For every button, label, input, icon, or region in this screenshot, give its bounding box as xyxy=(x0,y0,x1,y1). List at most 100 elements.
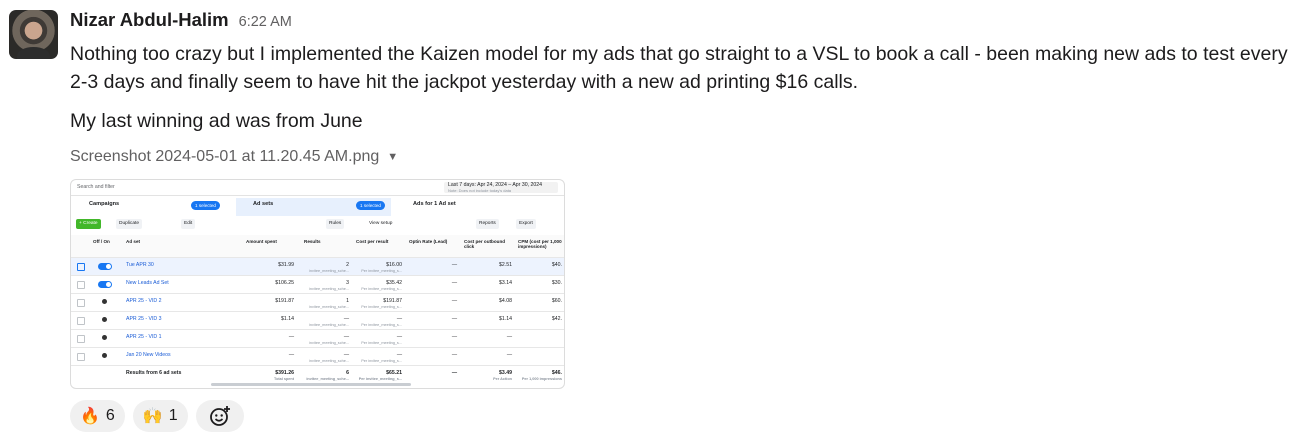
reports-button: Reports xyxy=(476,219,499,229)
row-status-dot xyxy=(102,317,107,322)
row-cpr-value: — xyxy=(396,334,402,340)
message-time[interactable]: 6:22 AM xyxy=(239,14,292,30)
row-optin: — xyxy=(451,262,457,268)
footer-cpoc: $3.49 Per Action xyxy=(464,370,512,381)
footer-results: 6 invitee_meeting_sche... xyxy=(301,370,349,381)
add-reaction-button[interactable] xyxy=(195,400,244,432)
footer-spent-value: $391.26 xyxy=(275,370,294,376)
footer-spent-sub: Total spent xyxy=(274,377,294,381)
row-checkbox xyxy=(77,317,85,325)
row-results: — invitee_meeting_sche... xyxy=(301,316,349,327)
row-cpoc: $1.14 xyxy=(499,316,512,322)
row-results-sub: invitee_meeting_sche... xyxy=(309,341,349,345)
row-spent: $106.25 xyxy=(275,280,294,286)
view-setup-label: View setup xyxy=(369,221,393,226)
table-row: APR 25 - VID 3 $1.14 — invitee_meeting_sc… xyxy=(71,312,564,330)
footer-cpm: $46. Per 1,000 impressions xyxy=(518,370,562,381)
footer-results-value: 6 xyxy=(346,370,349,376)
level-tabs: Campaigns 1 selected Ad sets 1 selected … xyxy=(71,198,564,216)
table-row: New Leads Ad Set $106.25 3 invitee_meetin… xyxy=(71,276,564,294)
row-cpoc: $4.08 xyxy=(499,298,512,304)
date-range: Last 7 days: Apr 24, 2024 – Apr 30, 2024… xyxy=(444,182,558,193)
row-spent: $1.14 xyxy=(281,316,294,322)
row-optin: — xyxy=(451,352,457,358)
tab-adsets: Ad sets xyxy=(253,201,274,207)
row-results-value: — xyxy=(343,352,349,358)
row-cpoc: $3.14 xyxy=(499,280,512,286)
attachment-name[interactable]: Screenshot 2024-05-01 at 11.20.45 AM.png xyxy=(70,148,379,166)
row-cpr-value: $16.00 xyxy=(386,262,402,268)
row-cpr-sub: Per invitee_meeting_s... xyxy=(361,287,402,291)
row-cpr: — Per invitee_meeting_s... xyxy=(354,334,402,345)
sender-name[interactable]: Nizar Abdul-Halim xyxy=(70,9,229,31)
col-off-on: Off / On xyxy=(93,239,110,244)
row-adset-name: Tue APR 30 xyxy=(126,262,154,268)
reactions-bar: 🔥 6 🙌 1 xyxy=(70,400,244,432)
attachment-image[interactable]: Search and filter Last 7 days: Apr 24, 2… xyxy=(70,179,565,389)
footer-cpm-sub: Per 1,000 impressions xyxy=(521,377,562,381)
row-toggle xyxy=(98,263,112,270)
row-results-value: — xyxy=(343,316,349,322)
row-spent: — xyxy=(288,334,294,340)
row-adset-name: APR 25 - VID 1 xyxy=(126,334,162,340)
col-spent: Amount spent xyxy=(246,239,277,244)
row-cpoc: — xyxy=(506,352,512,358)
row-results-sub: invitee_meeting_sche... xyxy=(309,269,349,273)
reaction-fire[interactable]: 🔥 6 xyxy=(70,400,125,432)
adsets-table: Off / On Ad set Amount spent Results Cos… xyxy=(71,235,564,388)
row-results-value: 3 xyxy=(346,280,349,286)
search-placeholder: Search and filter xyxy=(77,184,115,190)
row-cpr-sub: Per invitee_meeting_s... xyxy=(361,305,402,309)
message-header: Nizar Abdul-Halim 6:22 AM xyxy=(70,9,292,33)
duplicate-button: Duplicate xyxy=(116,219,142,229)
footer-optin: — xyxy=(451,370,457,376)
footer-cpr-sub: Per invitee_meeting_s... xyxy=(358,377,402,381)
adsets-badge: 1 selected xyxy=(356,201,385,210)
row-cpr: — Per invitee_meeting_s... xyxy=(354,352,402,363)
row-spent: $191.87 xyxy=(275,298,294,304)
row-results-sub: invitee_meeting_sche... xyxy=(309,359,349,363)
row-spent: $31.99 xyxy=(278,262,294,268)
row-cpr-sub: Per invitee_meeting_s... xyxy=(361,269,402,273)
message-paragraph-1: Nothing too crazy but I implemented the … xyxy=(70,43,1288,93)
row-checkbox xyxy=(77,299,85,307)
row-adset-name: APR 25 - VID 3 xyxy=(126,316,162,322)
footer-cpr: $65.21 Per invitee_meeting_s... xyxy=(354,370,402,381)
row-checkbox xyxy=(77,353,85,361)
attachment-header[interactable]: Screenshot 2024-05-01 at 11.20.45 AM.png… xyxy=(70,148,398,166)
col-adset: Ad set xyxy=(126,239,141,244)
col-cpr: Cost per result xyxy=(356,239,389,244)
row-checkbox xyxy=(77,263,85,271)
tab-ads: Ads for 1 Ad set xyxy=(413,201,456,207)
date-range-note: Note: Does not include today's data xyxy=(448,188,512,193)
row-results: — invitee_meeting_sche... xyxy=(301,352,349,363)
row-cpm: $30. xyxy=(551,280,562,286)
row-status-dot xyxy=(102,335,107,340)
raised-hands-emoji-icon: 🙌 xyxy=(142,408,163,425)
col-optin: Optin Rate (Lead) xyxy=(409,239,448,244)
row-optin: — xyxy=(451,334,457,340)
export-button: Export xyxy=(516,219,536,229)
row-cpr-sub: Per invitee_meeting_s... xyxy=(361,359,402,363)
message-paragraph-2: My last winning ad was from June xyxy=(70,110,363,132)
row-cpoc: $2.51 xyxy=(499,262,512,268)
row-results-value: — xyxy=(343,334,349,340)
avatar[interactable] xyxy=(9,10,58,59)
chevron-down-icon[interactable]: ▼ xyxy=(387,151,398,163)
col-cpoc: Cost per outbound click xyxy=(464,239,506,249)
row-cpr-value: — xyxy=(396,352,402,358)
reaction-count: 6 xyxy=(105,407,115,424)
row-adset-name: New Leads Ad Set xyxy=(126,280,169,286)
row-cpr: $16.00 Per invitee_meeting_s... xyxy=(354,262,402,273)
row-results-sub: invitee_meeting_sche... xyxy=(309,323,349,327)
add-reaction-icon xyxy=(209,406,230,426)
reaction-raised-hands[interactable]: 🙌 1 xyxy=(132,400,188,432)
row-cpr: $35.42 Per invitee_meeting_s... xyxy=(354,280,402,291)
row-results-value: 2 xyxy=(346,262,349,268)
table-row: Tue APR 30 $31.99 2 invitee_meeting_sche.… xyxy=(71,258,564,276)
row-checkbox xyxy=(77,335,85,343)
col-cpm: CPM (cost per 1,000 impressions) xyxy=(518,239,562,249)
tab-campaigns: Campaigns xyxy=(89,201,120,207)
col-results: Results xyxy=(304,239,321,244)
row-cpr-value: — xyxy=(396,316,402,322)
